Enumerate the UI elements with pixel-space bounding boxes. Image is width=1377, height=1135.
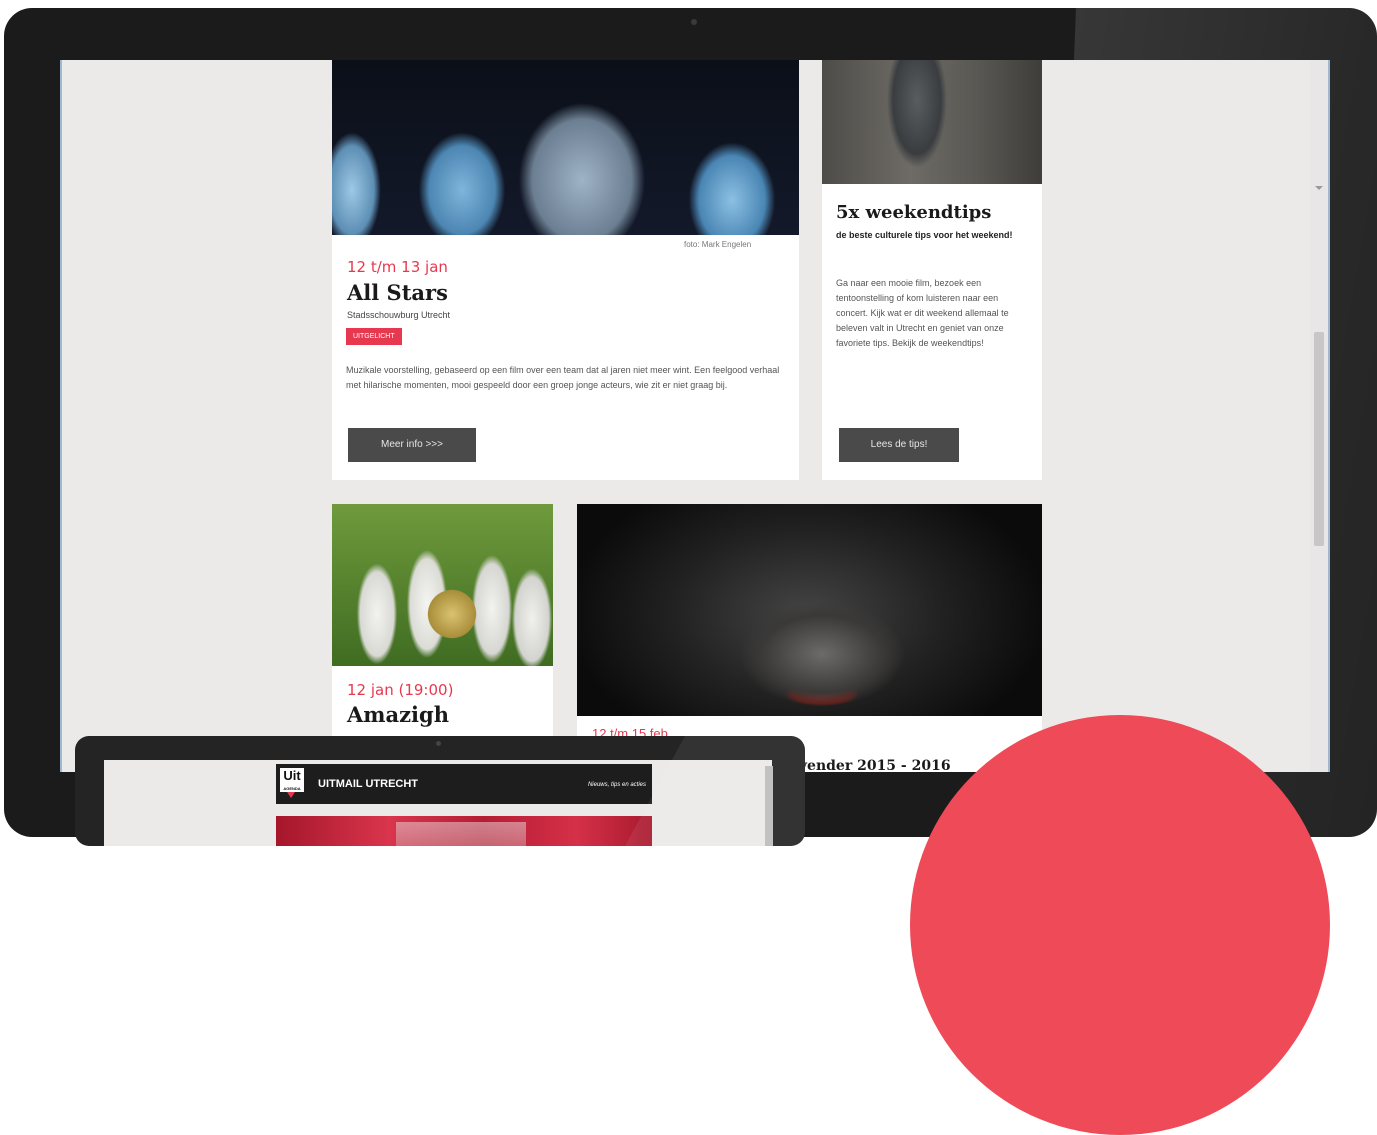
- logo-flag-icon: [287, 792, 295, 798]
- scroll-thumb[interactable]: [1314, 332, 1324, 546]
- uit-agenda-logo[interactable]: Uit AGENDA: [280, 768, 304, 792]
- uitmail-title: UITMAIL UTRECHT: [318, 778, 419, 790]
- uitmail-hero-image: [276, 816, 652, 846]
- event-description: Muzikale voorstelling, gebaseerd op een …: [346, 365, 780, 390]
- event-title: Amazigh: [347, 702, 449, 727]
- scroll-up-arrow-icon[interactable]: [1315, 186, 1323, 190]
- event-photo: [332, 504, 553, 666]
- logo-text: Uit: [283, 768, 301, 783]
- newsletter-screen: foto: Mark Engelen 12 t/m 13 jan All Sta…: [60, 60, 1330, 772]
- uitmail-header: Uit AGENDA UITMAIL UTRECHT Nieuws, tips …: [276, 764, 652, 804]
- event-photo: [332, 60, 799, 235]
- event-card-amazigh: 12 jan (19:00) Amazigh: [332, 504, 553, 772]
- photo-credit: foto: Mark Engelen: [684, 240, 752, 249]
- article-lead: de beste culturele tips voor het weekend…: [836, 230, 1013, 240]
- read-tips-button[interactable]: Lees de tips!: [839, 428, 959, 462]
- tablet-camera-dot: [436, 741, 441, 746]
- tablet-frame: Uit AGENDA UITMAIL UTRECHT Nieuws, tips …: [75, 736, 805, 846]
- event-photo: [577, 504, 1042, 716]
- more-info-button[interactable]: Meer info >>>: [348, 428, 476, 462]
- article-photo: [822, 60, 1042, 184]
- event-card-all-stars: foto: Mark Engelen 12 t/m 13 jan All Sta…: [332, 60, 799, 480]
- event-title: All Stars: [347, 280, 448, 305]
- webcam-dot: [691, 19, 697, 25]
- decorative-red-circle: [910, 715, 1330, 1135]
- event-date: 12 t/m 13 jan: [347, 258, 448, 276]
- status-badge: UITGELICHT: [346, 328, 402, 345]
- article-title: 5x weekendtips: [836, 202, 992, 223]
- uitmail-tagline: Nieuws, tips en acties: [587, 782, 646, 788]
- event-venue: Stadsschouwburg Utrecht: [347, 310, 451, 320]
- hero-stage: [396, 822, 526, 846]
- logo-subtext: AGENDA: [283, 786, 301, 791]
- event-title-band: Lavender 2015 - 2016: [780, 758, 951, 774]
- article-card-weekendtips: 5x weekendtips de beste culturele tips v…: [822, 60, 1042, 480]
- page-scrollbar[interactable]: [1310, 60, 1328, 772]
- event-date: 12 jan (19:00): [347, 681, 454, 699]
- article-description: Ga naar een mooie film, bezoek een tento…: [836, 278, 1009, 348]
